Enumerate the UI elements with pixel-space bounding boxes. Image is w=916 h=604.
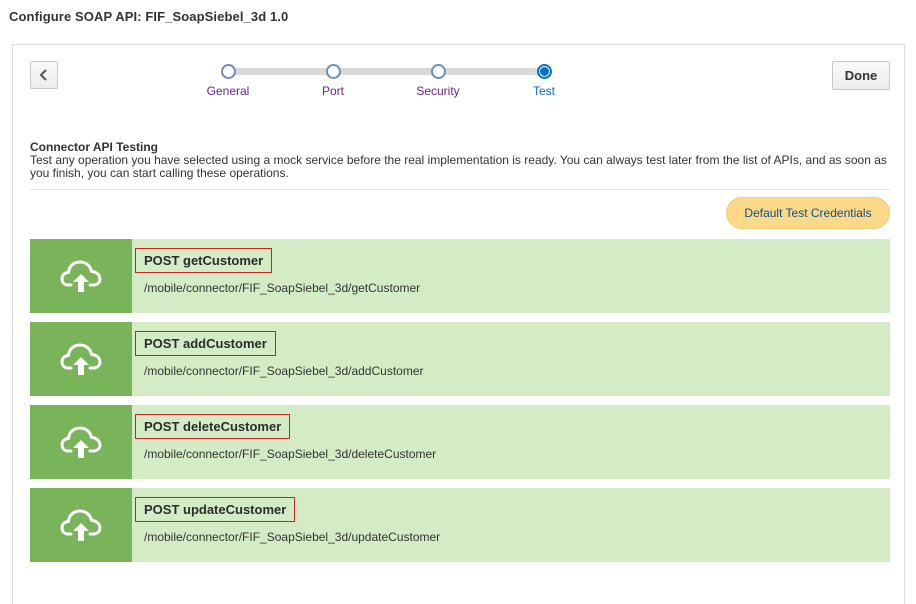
- api-text: POST getCustomer /mobile/connector/FIF_S…: [132, 239, 890, 313]
- api-row-get-customer[interactable]: POST getCustomer /mobile/connector/FIF_S…: [30, 239, 890, 313]
- back-button[interactable]: [30, 61, 58, 89]
- train-step-port[interactable]: Port: [288, 61, 378, 98]
- section-heading: Connector API Testing: [30, 140, 159, 154]
- train-step-test[interactable]: Test: [499, 61, 589, 98]
- api-path: /mobile/connector/FIF_SoapSiebel_3d/getC…: [144, 281, 421, 295]
- default-test-credentials-button[interactable]: Default Test Credentials: [726, 197, 890, 229]
- api-icon-box: [30, 488, 132, 562]
- api-icon-box: [30, 322, 132, 396]
- api-title[interactable]: POST deleteCustomer: [135, 414, 291, 439]
- page-title: Configure SOAP API: FIF_SoapSiebel_3d 1.…: [9, 9, 289, 24]
- train-step-label: Security: [416, 84, 460, 98]
- train-step-indicator: [536, 64, 552, 79]
- api-icon-box: [30, 405, 132, 479]
- divider: [30, 189, 890, 190]
- cloud-upload-icon: [60, 260, 102, 292]
- configure-panel: General Port Security Test Done Connecto…: [12, 44, 905, 604]
- api-row-delete-customer[interactable]: POST deleteCustomer /mobile/connector/FI…: [30, 405, 890, 479]
- train-track: [228, 68, 544, 75]
- chevron-left-icon: [39, 69, 47, 81]
- section-description: Test any operation you have selected usi…: [30, 153, 887, 180]
- api-row-add-customer[interactable]: POST addCustomer /mobile/connector/FIF_S…: [30, 322, 890, 396]
- train-step-general[interactable]: General: [183, 61, 273, 98]
- api-path: /mobile/connector/FIF_SoapSiebel_3d/upda…: [144, 530, 441, 544]
- api-text: POST updateCustomer /mobile/connector/FI…: [132, 488, 890, 562]
- api-path: /mobile/connector/FIF_SoapSiebel_3d/addC…: [144, 364, 424, 378]
- api-row-update-customer[interactable]: POST updateCustomer /mobile/connector/FI…: [30, 488, 890, 562]
- train-step-indicator: [325, 64, 341, 79]
- api-text: POST addCustomer /mobile/connector/FIF_S…: [132, 322, 890, 396]
- train-step-label: General: [206, 84, 250, 98]
- api-text: POST deleteCustomer /mobile/connector/FI…: [132, 405, 890, 479]
- api-icon-box: [30, 239, 132, 313]
- cloud-upload-icon: [60, 426, 102, 458]
- cloud-upload-icon: [60, 343, 102, 375]
- api-list: POST getCustomer /mobile/connector/FIF_S…: [30, 239, 890, 571]
- api-title[interactable]: POST addCustomer: [135, 331, 276, 356]
- done-button[interactable]: Done: [832, 61, 890, 90]
- cloud-upload-icon: [60, 509, 102, 541]
- train-step-security[interactable]: Security: [393, 61, 483, 98]
- api-title[interactable]: POST updateCustomer: [135, 497, 296, 522]
- train-step-indicator: [430, 64, 446, 79]
- step-train: General Port Security Test: [188, 61, 568, 101]
- train-step-label: Test: [532, 84, 555, 98]
- api-path: /mobile/connector/FIF_SoapSiebel_3d/dele…: [144, 447, 437, 461]
- train-step-label: Port: [321, 84, 344, 98]
- train-step-indicator: [220, 64, 236, 79]
- api-title[interactable]: POST getCustomer: [135, 248, 273, 273]
